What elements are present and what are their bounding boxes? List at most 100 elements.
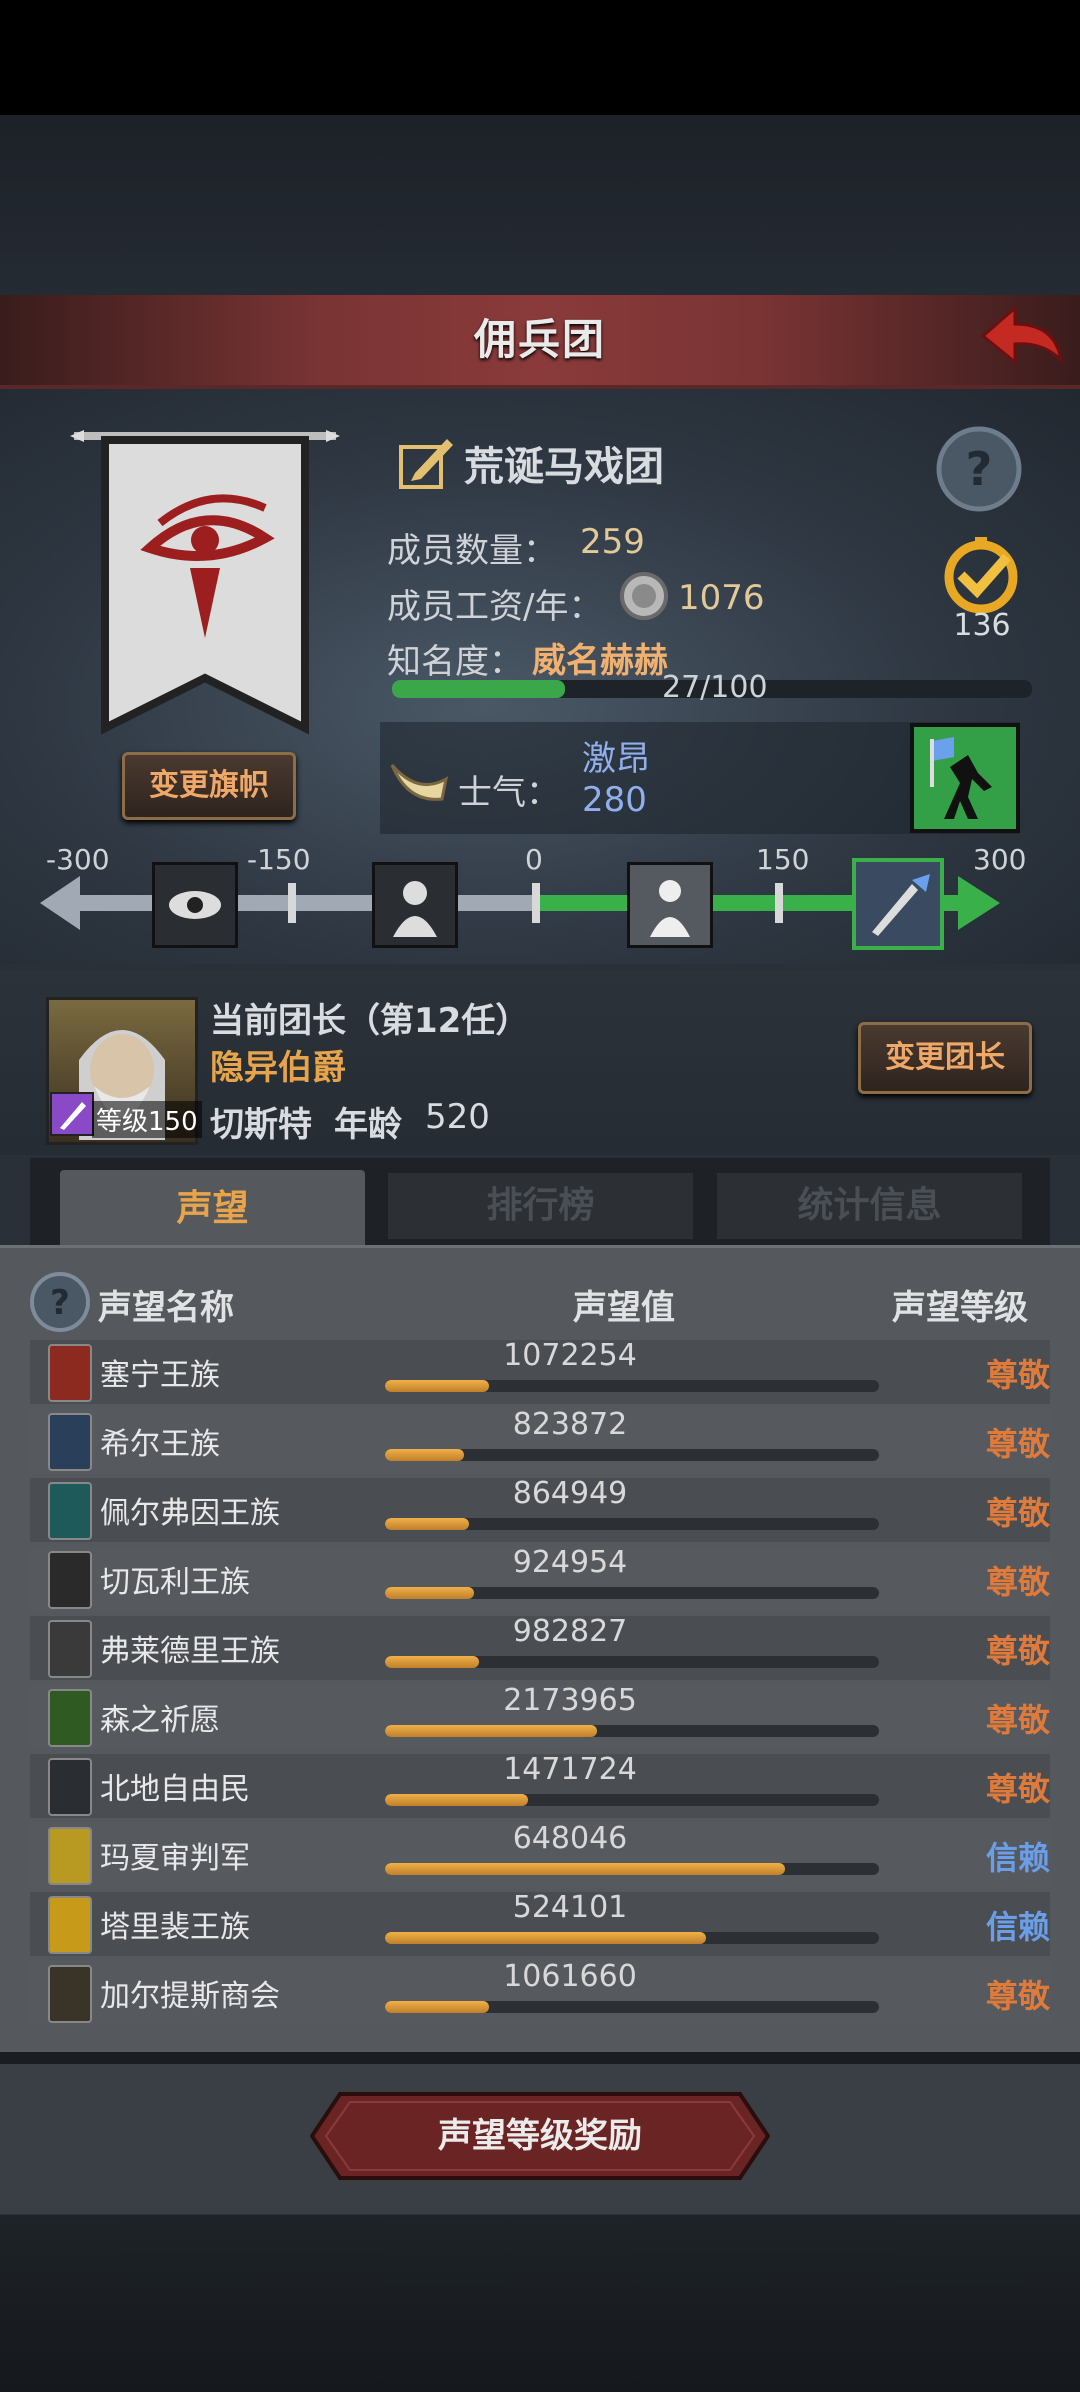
svg-text:?: ? [966,442,993,496]
reputation-progress-bar [385,1380,879,1392]
reputation-progress-fill [385,1380,489,1392]
leader-level: 等级150 [92,1101,202,1138]
reputation-row[interactable]: 森之祈愿 2173965 尊敬 [30,1683,1050,1749]
reputation-value: 864949 [512,1476,628,1511]
faction-emblem-icon [48,1620,92,1678]
reputation-progress-fill [385,1725,598,1737]
reputation-value: 1471724 [503,1752,637,1787]
reputation-value: 2173965 [503,1683,637,1718]
top-background [0,115,1080,295]
fame-progress-fill [392,680,565,698]
reputation-level: 尊敬 [985,1701,1050,1739]
leader-rank: 隐异伯爵 [210,1048,346,1088]
reputation-progress-fill [385,1518,469,1530]
morale-label: 士气： [458,773,560,813]
reputation-row[interactable]: 佩尔弗因王族 864949 尊敬 [30,1476,1050,1542]
tab-leaderboard[interactable]: 排行榜 [388,1173,693,1239]
achievement-badge-icon[interactable] [935,537,1027,617]
reputation-help-icon[interactable]: ? [28,1270,92,1334]
class-icon [50,1092,94,1136]
faction-emblem-icon [48,1551,92,1609]
reputation-row[interactable]: 塔里裴王族 524101 信赖 [30,1890,1050,1956]
divider [0,2052,1080,2064]
morale-calm-icon[interactable] [627,862,713,948]
reputation-progress-fill [385,1449,465,1461]
reputation-value: 1072254 [503,1338,637,1373]
horn-icon [388,755,450,805]
reputation-row[interactable]: 加尔提斯商会 1061660 尊敬 [30,1959,1050,2025]
change-leader-button[interactable]: 变更团长 [858,1022,1032,1094]
tab-statistics[interactable]: 统计信息 [717,1173,1022,1239]
reputation-level: 尊敬 [985,1770,1050,1808]
reputation-level: 尊敬 [985,1563,1050,1601]
back-button[interactable] [975,300,1065,375]
reputation-progress-bar [385,1794,879,1806]
reputation-progress-bar [385,1587,879,1599]
reputation-level: 尊敬 [985,1425,1050,1463]
fame-value: 威名赫赫 [532,641,668,681]
reputation-row[interactable]: 希尔王族 823872 尊敬 [30,1407,1050,1473]
faction-emblem-icon [48,1413,92,1471]
faction-emblem-icon [48,1344,92,1402]
members-value: 259 [580,522,645,562]
reputation-row[interactable]: 切瓦利王族 924954 尊敬 [30,1545,1050,1611]
faction-emblem-icon [48,1827,92,1885]
guild-banner [70,428,340,748]
faction-name: 北地自由民 [100,1772,250,1807]
faction-name: 弗莱德里王族 [100,1634,280,1669]
reward-button-label: 声望等级奖励 [438,2116,642,2156]
leader-age-label: 年龄 [334,1105,402,1145]
reputation-progress-bar [385,2001,879,2013]
faction-name: 佩尔弗因王族 [100,1496,280,1531]
reputation-reward-button[interactable]: 声望等级奖励 [310,2092,770,2180]
reputation-value: 524101 [512,1890,628,1925]
silver-coin-icon [618,570,670,622]
morale-status-icon[interactable] [910,723,1020,833]
scale-label-0: 0 [525,843,543,876]
edit-icon[interactable] [397,433,457,491]
morale-high-icon[interactable] [852,858,944,950]
reputation-row[interactable]: 塞宁王族 1072254 尊敬 [30,1338,1050,1404]
reputation-value: 982827 [512,1614,628,1649]
leader-title: 当前团长（第12任） [210,1001,530,1041]
reputation-level: 信赖 [985,1908,1050,1946]
help-button[interactable]: ? [935,425,1023,513]
reputation-progress-fill [385,1863,786,1875]
faction-name: 森之祈愿 [100,1703,220,1738]
reputation-level: 尊敬 [985,1356,1050,1394]
guild-name[interactable]: 荒诞马戏团 [464,434,664,492]
leader-age: 520 [425,1097,490,1137]
reputation-row[interactable]: 北地自由民 1471724 尊敬 [30,1752,1050,1818]
scale-label-300: 300 [973,843,1027,876]
reputation-progress-bar [385,1656,879,1668]
reputation-progress-bar [385,1863,879,1875]
reputation-row[interactable]: 弗莱德里王族 982827 尊敬 [30,1614,1050,1680]
faction-name: 切瓦利王族 [100,1565,250,1600]
morale-despair-icon[interactable] [372,862,458,948]
reputation-progress-bar [385,1725,879,1737]
reputation-value: 1061660 [503,1959,637,1994]
tab-reputation[interactable]: 声望 [60,1170,365,1248]
reputation-value: 648046 [512,1821,628,1856]
reputation-progress-bar [385,1932,879,1944]
reputation-progress-bar [385,1449,879,1461]
morale-state: 激昂 [582,739,650,779]
reputation-level: 尊敬 [985,1494,1050,1532]
bottom-area [0,2215,1080,2392]
faction-name: 玛夏审判军 [100,1841,250,1876]
header-level: 声望等级 [892,1288,1028,1328]
faction-emblem-icon [48,1758,92,1816]
change-banner-button[interactable]: 变更旗帜 [122,752,296,820]
scale-label-neg300: -300 [46,843,110,876]
question-icon: ? [936,426,1022,512]
reputation-progress-bar [385,1518,879,1530]
faction-name: 塞宁王族 [100,1358,220,1393]
reputation-value: 924954 [512,1545,628,1580]
scale-label-neg150: -150 [247,843,311,876]
morale-eye-icon[interactable] [152,862,238,948]
faction-emblem-icon [48,1965,92,2023]
reputation-level: 尊敬 [985,1977,1050,2015]
reputation-row[interactable]: 玛夏审判军 648046 信赖 [30,1821,1050,1887]
reputation-level: 尊敬 [985,1632,1050,1670]
reputation-progress-fill [385,2001,489,2013]
